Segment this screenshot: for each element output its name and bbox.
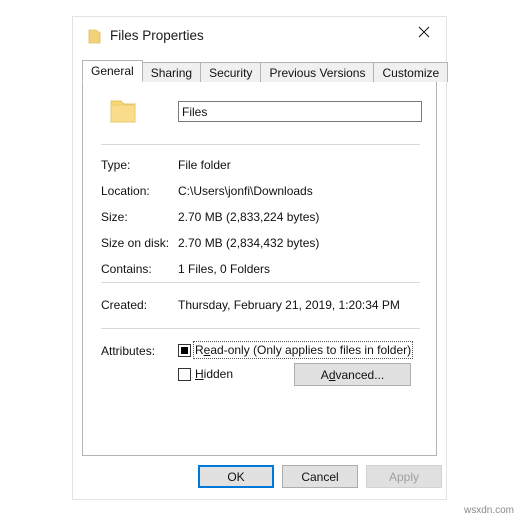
close-icon [418,26,430,38]
property-value: 1 Files, 0 Folders [178,262,271,276]
property-row-created: Created: Thursday, February 21, 2019, 1:… [83,298,436,316]
readonly-label-prefix: R [195,343,204,357]
property-label: Location: [101,184,150,198]
tab-strip: General Sharing Security Previous Versio… [82,60,449,82]
property-value: Thursday, February 21, 2019, 1:20:34 PM [178,298,400,312]
ok-button[interactable]: OK [198,465,274,488]
apply-button: Apply [366,465,442,488]
separator [101,328,420,329]
advanced-label-suffix: vanced... [335,367,385,382]
readonly-attribute-row: Read-only (Only applies to files in fold… [178,341,414,359]
property-row-contains: Contains: 1 Files, 0 Folders [83,262,436,280]
property-value: 2.70 MB (2,833,224 bytes) [178,210,320,224]
tab-previous-versions[interactable]: Previous Versions [260,62,375,82]
property-row-size-on-disk: Size on disk: 2.70 MB (2,834,432 bytes) [83,236,436,254]
property-row-location: Location: C:\Users\jonfi\Downloads [83,184,436,202]
property-value: 2.70 MB (2,834,432 bytes) [178,236,320,250]
property-row-size: Size: 2.70 MB (2,833,224 bytes) [83,210,436,228]
window-title: Files Properties [110,28,204,43]
separator [101,282,420,283]
readonly-label-suffix: ad-only (Only applies to files in folder… [210,343,412,357]
folder-icon [88,29,101,44]
hidden-checkbox-label[interactable]: Hidden [195,367,233,381]
tab-security[interactable]: Security [200,62,262,82]
property-label: Type: [101,158,131,172]
tab-general[interactable]: General [82,60,143,82]
hidden-label-suffix: idden [203,367,234,381]
property-value: File folder [178,158,231,172]
hidden-checkbox[interactable] [178,367,191,381]
hidden-attribute-row: Hidden [178,365,233,383]
property-value: C:\Users\jonfi\Downloads [178,184,313,198]
property-label: Size on disk: [101,236,170,250]
folder-icon [108,97,138,127]
advanced-label-accelerator: d [328,367,336,382]
title-bar: Files Properties [73,17,446,57]
property-label: Size: [101,210,128,224]
properties-dialog: Files Properties General Sharing Securit… [72,16,449,501]
tab-sharing[interactable]: Sharing [141,62,202,82]
hidden-label-accelerator: H [195,367,204,381]
general-tab-panel: Type: File folder Location: C:\Users\jon… [82,81,437,456]
property-label: Created: [101,298,148,312]
advanced-label-prefix: A [320,367,329,382]
tab-customize[interactable]: Customize [373,62,449,82]
close-button[interactable] [402,17,446,47]
cancel-button[interactable]: Cancel [282,465,358,488]
attributes-label: Attributes: [101,344,156,358]
folder-name-row [83,95,436,139]
watermark: wsxdn.com [463,505,514,516]
advanced-button[interactable]: Ad vanced... [294,363,411,386]
property-label: Contains: [101,262,152,276]
dialog-footer: OK Cancel Apply [73,465,446,501]
readonly-checkbox[interactable] [178,343,191,357]
property-row-type: Type: File folder [83,158,436,176]
separator [101,144,420,145]
folder-name-input[interactable] [178,101,422,122]
readonly-checkbox-label[interactable]: Read-only (Only applies to files in fold… [192,341,414,359]
